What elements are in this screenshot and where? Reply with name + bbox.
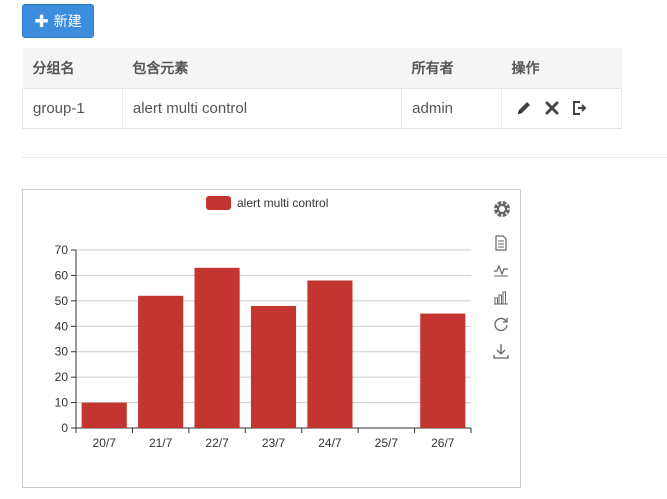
section-divider <box>22 157 667 158</box>
table-header-row: 分组名 包含元素 所有者 操作 <box>22 48 622 88</box>
y-tick-label: 0 <box>61 421 68 435</box>
download-icon[interactable] <box>493 343 513 363</box>
y-tick-label: 10 <box>55 396 69 410</box>
x-tick-label: 26/7 <box>431 436 455 450</box>
y-tick-label: 30 <box>55 345 69 359</box>
y-tick-label: 20 <box>55 370 69 384</box>
chart-bar <box>307 280 353 428</box>
y-tick-label: 70 <box>55 243 69 257</box>
plus-icon: ✚ <box>34 11 49 31</box>
y-tick-label: 50 <box>55 294 69 308</box>
cell-actions <box>501 87 622 129</box>
chart-bar <box>194 267 240 428</box>
cell-elements: alert multi control <box>121 87 403 129</box>
x-tick-label: 23/7 <box>262 436 286 450</box>
bar-chart-icon[interactable] <box>493 289 513 309</box>
chart-bar <box>420 313 466 428</box>
table-row: group-1 alert multi control admin <box>22 87 622 129</box>
chart-bar <box>81 402 127 428</box>
edit-icon[interactable] <box>516 100 532 116</box>
legend-swatch <box>206 196 231 210</box>
chart-bar <box>138 295 184 428</box>
settings-icon[interactable] <box>493 200 513 220</box>
bar-chart: 0 10 20 30 40 50 60 70 20/7 21/7 22/7 23/7 24/7 25/7 2… <box>55 196 472 450</box>
new-button-label: 新建 <box>53 13 82 29</box>
x-tick-label: 20/7 <box>93 436 117 450</box>
data-view-icon[interactable] <box>493 235 513 255</box>
header-actions: 操作 <box>501 48 622 88</box>
cell-group-name: group-1 <box>22 87 123 129</box>
legend-label: alert multi control <box>237 196 328 210</box>
chart-panel: 0 10 20 30 40 50 60 70 20/7 21/7 22/7 23/7 24/7 25/7 2… <box>22 189 521 488</box>
delete-icon[interactable] <box>544 100 560 116</box>
new-button[interactable]: ✚ 新建 <box>22 4 94 38</box>
header-elements: 包含元素 <box>122 48 402 88</box>
header-owner: 所有者 <box>401 48 502 88</box>
logout-icon[interactable] <box>572 100 588 116</box>
line-chart-icon[interactable] <box>493 262 513 282</box>
header-group-name: 分组名 <box>22 48 123 88</box>
chart-bar <box>250 305 297 428</box>
x-tick-label: 25/7 <box>375 436 399 450</box>
x-tick-label: 22/7 <box>205 436 229 450</box>
y-tick-label: 60 <box>55 268 69 282</box>
group-table: 分组名 包含元素 所有者 操作 group-1 alert multi cont… <box>22 48 622 129</box>
x-tick-label: 21/7 <box>149 436 173 450</box>
y-tick-label: 40 <box>55 319 69 333</box>
refresh-icon[interactable] <box>493 316 513 336</box>
cell-owner: admin <box>401 87 503 129</box>
x-tick-label: 24/7 <box>318 436 342 450</box>
